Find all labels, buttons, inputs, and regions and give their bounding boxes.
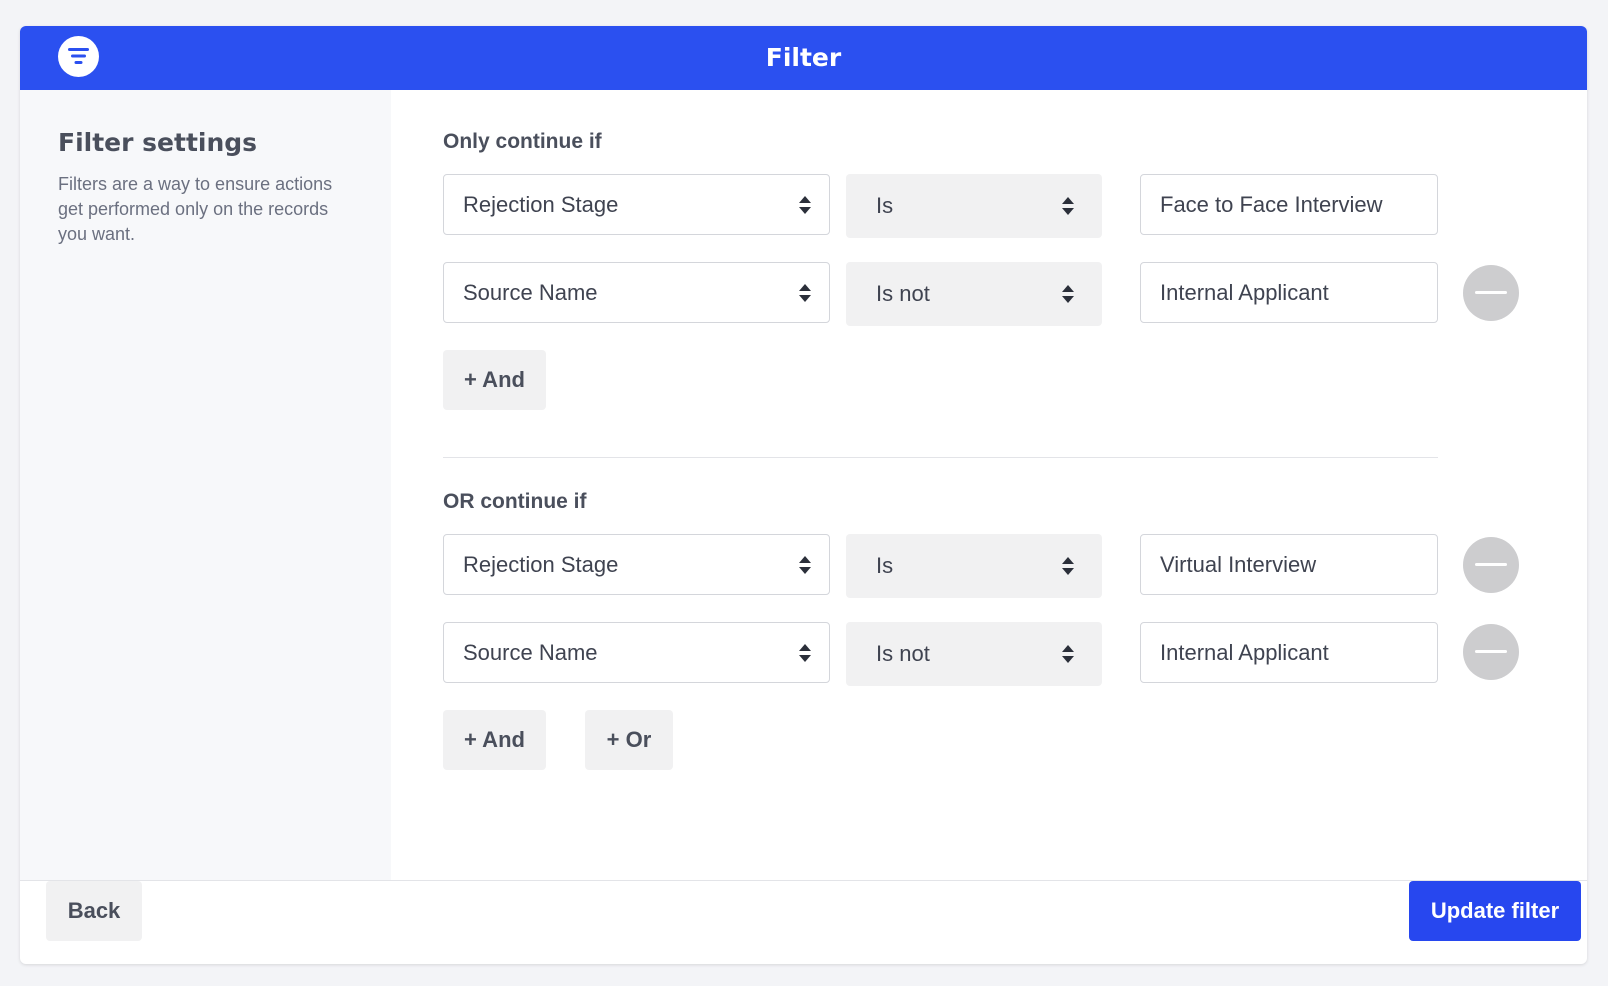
condition-field-select[interactable]: Source Name xyxy=(443,262,830,323)
sidebar: Filter settings Filters are a way to ens… xyxy=(20,90,391,880)
select-value: Is not xyxy=(876,281,930,306)
sort-caret-icon xyxy=(799,644,811,662)
condition-field-select[interactable]: Rejection Stage xyxy=(443,534,830,595)
update-filter-button[interactable]: Update filter xyxy=(1409,881,1581,941)
remove-condition-button[interactable] xyxy=(1463,537,1519,593)
group-label-only-continue: Only continue if xyxy=(443,130,602,153)
sort-caret-icon xyxy=(1062,285,1074,303)
sort-caret-icon xyxy=(1062,557,1074,575)
condition-value-input[interactable]: Internal Applicant xyxy=(1140,622,1438,683)
minus-icon xyxy=(1475,563,1507,566)
sort-caret-icon xyxy=(1062,645,1074,663)
condition-operator-select[interactable]: Is not xyxy=(846,262,1102,326)
minus-icon xyxy=(1475,291,1507,294)
condition-field-select[interactable]: Source Name xyxy=(443,622,830,683)
condition-value-input[interactable]: Virtual Interview xyxy=(1140,534,1438,595)
input-value: Internal Applicant xyxy=(1160,280,1329,305)
minus-icon xyxy=(1475,650,1507,653)
sort-caret-icon xyxy=(799,556,811,574)
input-value: Internal Applicant xyxy=(1160,640,1329,665)
sidebar-description: Filters are a way to ensure actions get … xyxy=(58,174,333,244)
modal-header: Filter xyxy=(20,26,1587,90)
sort-caret-icon xyxy=(1062,197,1074,215)
condition-operator-select[interactable]: Is not xyxy=(846,622,1102,686)
group-divider xyxy=(443,457,1438,458)
back-button[interactable]: Back xyxy=(46,881,142,941)
select-value: Source Name xyxy=(463,280,598,305)
select-value: Source Name xyxy=(463,640,598,665)
group-label-or-continue: OR continue if xyxy=(443,490,587,513)
select-value: Rejection Stage xyxy=(463,552,619,577)
sidebar-title: Filter settings xyxy=(58,128,258,157)
add-and-button[interactable]: + And xyxy=(443,350,546,410)
add-or-button[interactable]: + Or xyxy=(585,710,673,770)
select-value: Is xyxy=(876,193,894,218)
modal-title: Filter xyxy=(765,43,842,72)
sort-caret-icon xyxy=(799,196,811,214)
condition-field-select[interactable]: Rejection Stage xyxy=(443,174,830,235)
condition-value-input[interactable]: Internal Applicant xyxy=(1140,262,1438,323)
condition-operator-select[interactable]: Is xyxy=(846,534,1102,598)
remove-condition-button[interactable] xyxy=(1463,624,1519,680)
footer-divider xyxy=(20,880,1587,881)
input-value: Virtual Interview xyxy=(1160,552,1317,577)
remove-condition-button[interactable] xyxy=(1463,265,1519,321)
filter-modal: Filter Filter settings Filters are a way… xyxy=(20,26,1587,964)
condition-operator-select[interactable]: Is xyxy=(846,174,1102,238)
select-value: Rejection Stage xyxy=(463,192,619,217)
add-and-button[interactable]: + And xyxy=(443,710,546,770)
input-value: Face to Face Interview xyxy=(1160,192,1383,217)
condition-value-input[interactable]: Face to Face Interview xyxy=(1140,174,1438,235)
select-value: Is not xyxy=(876,641,930,666)
select-value: Is xyxy=(876,553,894,578)
sort-caret-icon xyxy=(799,284,811,302)
